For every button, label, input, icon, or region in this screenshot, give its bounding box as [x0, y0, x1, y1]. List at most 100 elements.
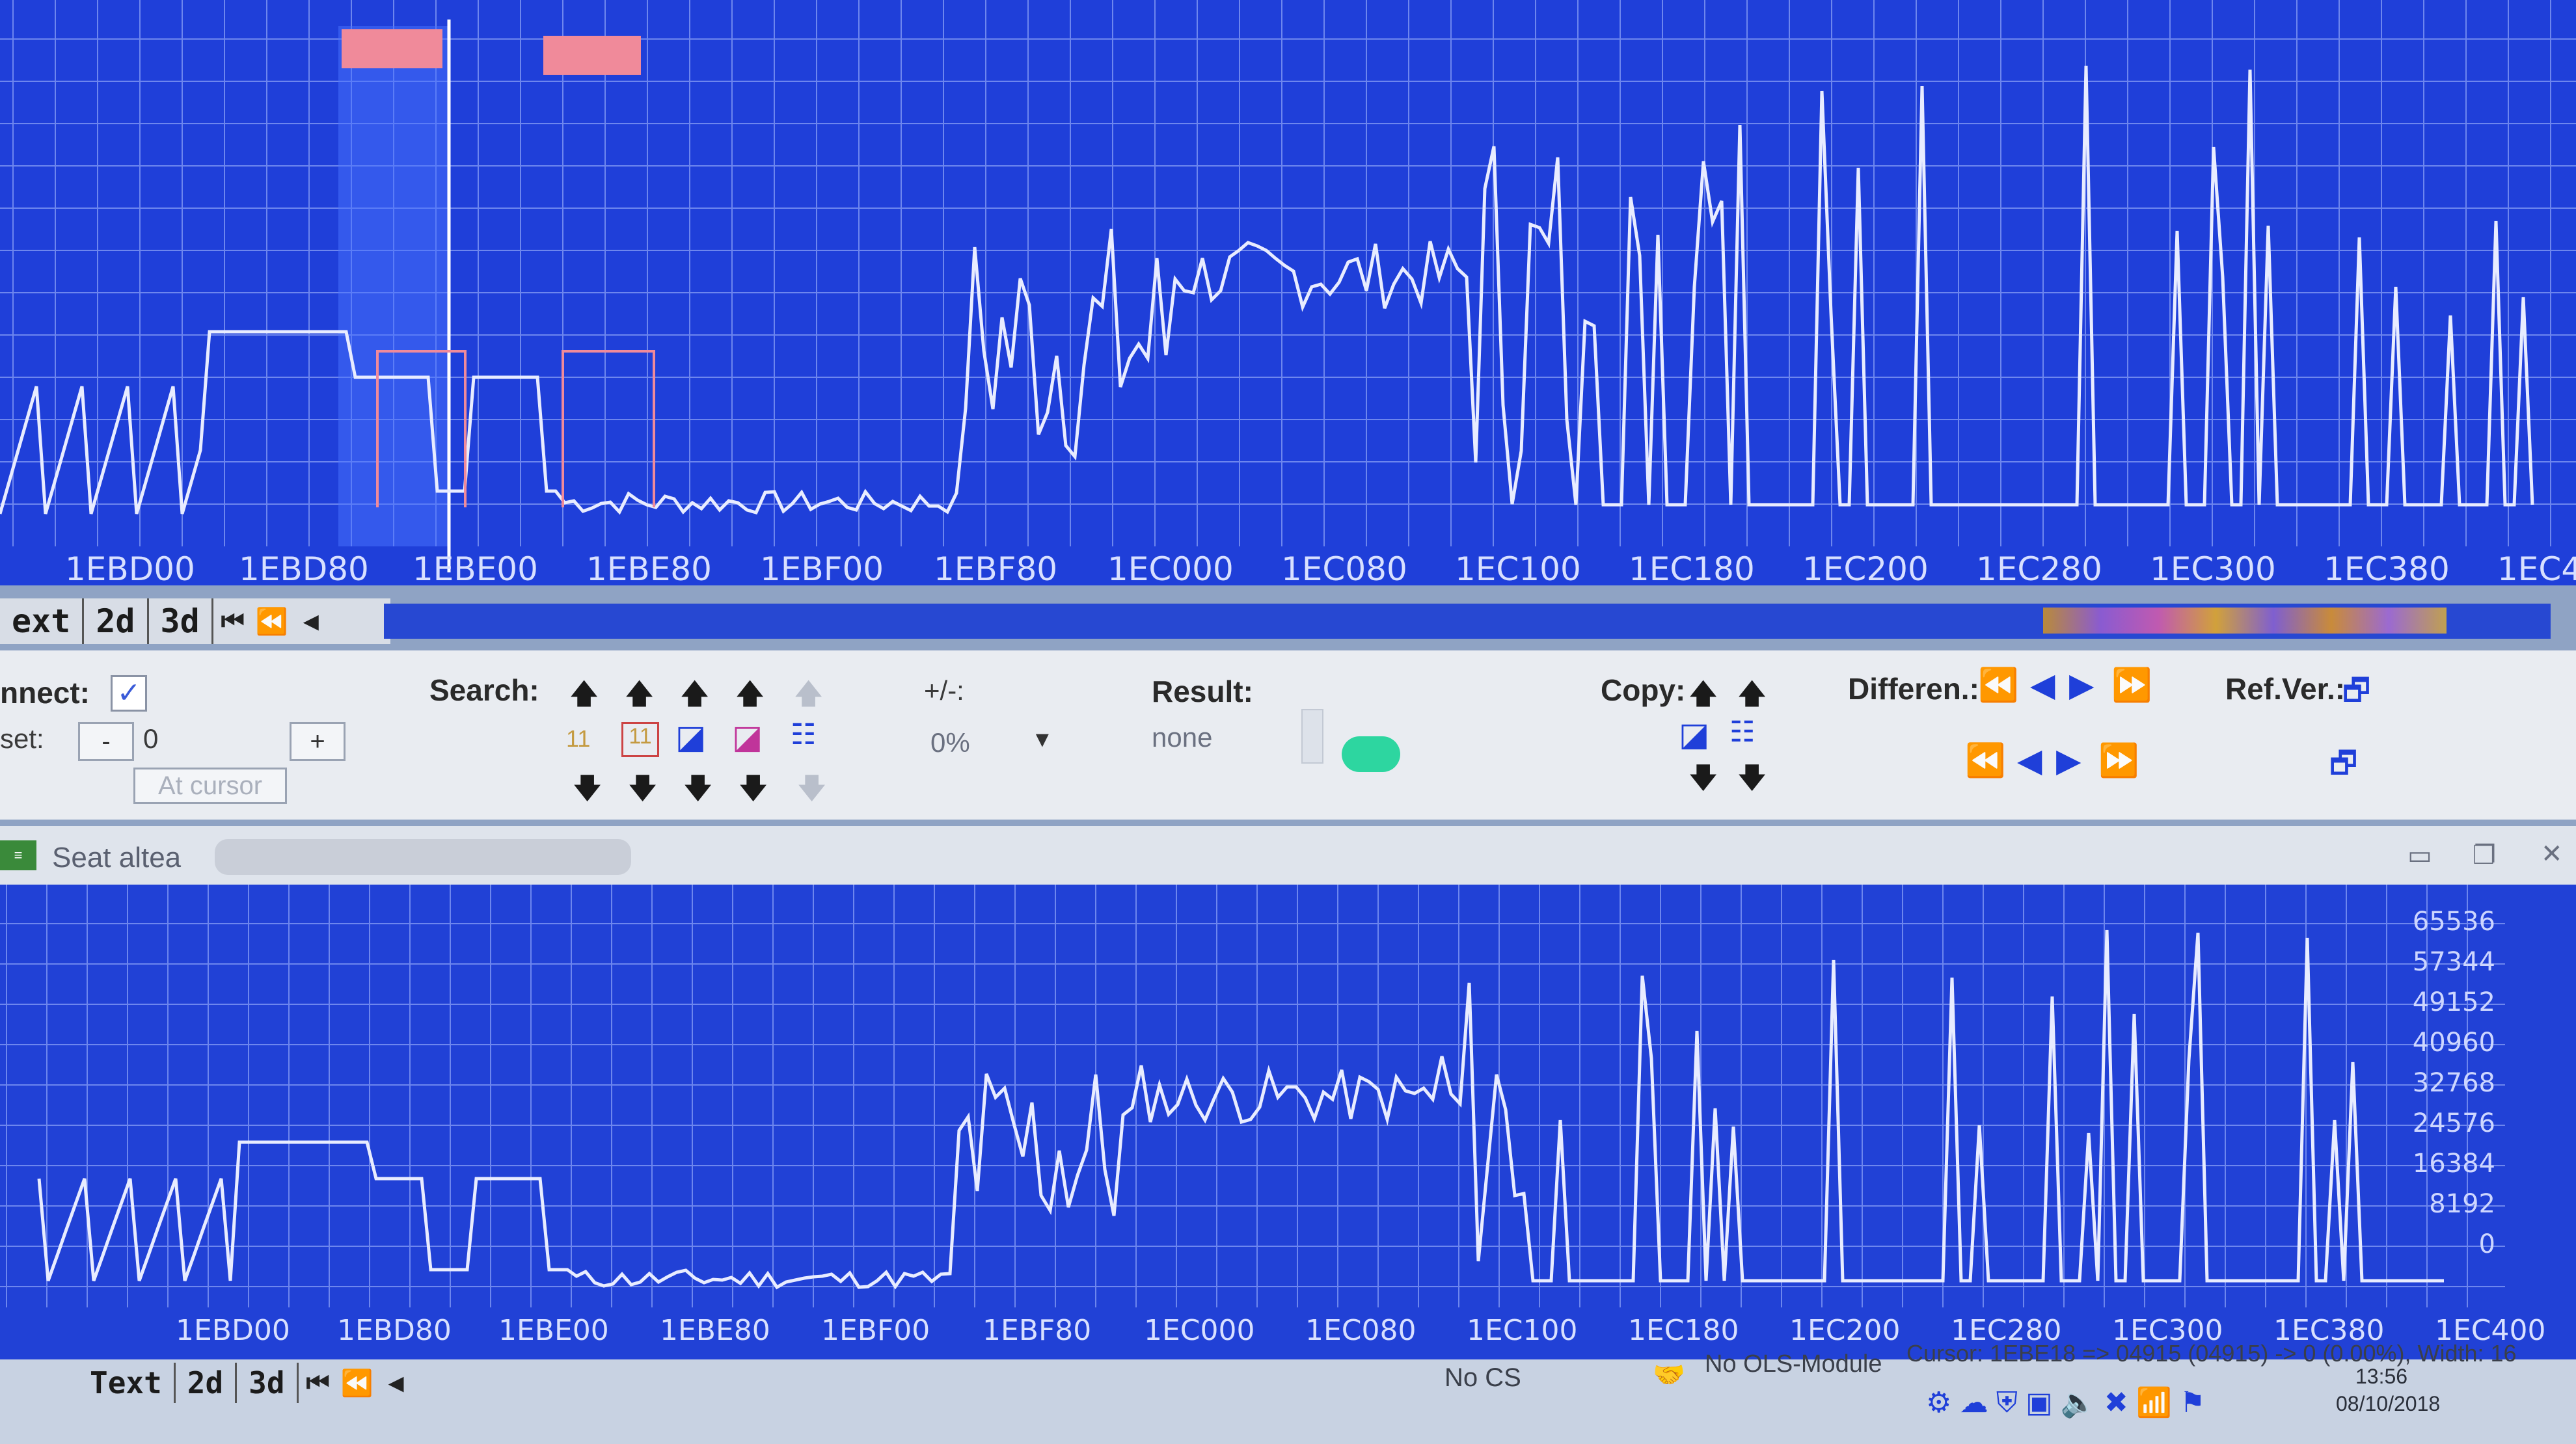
- x-axis-tick-label: 1EBE00: [498, 1314, 609, 1347]
- window-icon[interactable]: ◪: [675, 718, 706, 756]
- tolerance-label: +/-:: [924, 675, 964, 706]
- y-axis-tick-label: 49152: [2413, 987, 2495, 1017]
- x-axis-tick-label: 1EBD80: [337, 1314, 452, 1347]
- tab-3d[interactable]: 3d: [149, 598, 213, 644]
- list-icon[interactable]: ☷: [1729, 715, 1755, 749]
- x-axis-tick-label: 1EC180: [1628, 1314, 1739, 1347]
- tab-2d[interactable]: 2d: [84, 598, 149, 644]
- step-back-icon[interactable]: ◀: [291, 602, 331, 641]
- marker-block-1: [342, 29, 442, 68]
- close-icon[interactable]: ✕: [2541, 839, 2563, 869]
- reference-version-label: Ref.Ver.:: [2225, 672, 2346, 706]
- copy-down-arrow-icon[interactable]: 🡇: [1737, 757, 1767, 806]
- project-title-bar: ≡ Seat altea ▭ ❐ ✕: [0, 826, 2576, 885]
- redacted-area: [215, 839, 631, 875]
- rewind-icon[interactable]: ⏪: [252, 602, 291, 641]
- x-axis-tick-label: 1EC200: [1789, 1314, 1901, 1347]
- y-axis-tick-label: 16384: [2413, 1149, 2495, 1179]
- first-difference-icon[interactable]: ⏪: [1965, 742, 2005, 780]
- project-title: Seat altea: [52, 842, 182, 874]
- x-axis-tick-label: 1EC200: [1802, 550, 1929, 585]
- search-up-arrow-icon[interactable]: 🡅: [569, 673, 599, 721]
- tray-icons[interactable]: ⚙ ☁ ⛨ ▣ 🔈 ✖ 📶 ⚑: [1926, 1385, 2205, 1419]
- skip-first-icon[interactable]: ⏮: [299, 1363, 338, 1402]
- next-difference-icon[interactable]: ▶: [2056, 742, 2081, 779]
- search-chip-2[interactable]: 11: [621, 722, 659, 757]
- skip-first-icon[interactable]: ⏮: [213, 602, 252, 641]
- search-up-arrow-icon[interactable]: 🡅: [794, 673, 823, 721]
- tab-text[interactable]: Text: [78, 1363, 176, 1403]
- x-axis-tick-label: 1EC000: [1144, 1314, 1255, 1347]
- copy-up-arrow-icon[interactable]: 🡅: [1688, 673, 1718, 721]
- x-axis-tick-label: 1EBE80: [586, 550, 712, 585]
- open-reference-icon[interactable]: 🗗: [2342, 669, 2370, 719]
- x-axis-tick-label: 1EBD00: [176, 1314, 290, 1347]
- top-scroll-overview[interactable]: [2043, 608, 2447, 634]
- minimize-icon[interactable]: ▭: [2407, 840, 2432, 870]
- x-axis-tick-label: 1EBF00: [760, 550, 884, 585]
- x-axis-tick-label: 1EBF80: [983, 1314, 1091, 1347]
- tab-3d[interactable]: 3d: [237, 1363, 299, 1403]
- connect-checkbox[interactable]: ✓: [111, 675, 147, 712]
- y-axis-tick-label: 8192: [2429, 1189, 2495, 1219]
- highlight-trace-2: [562, 350, 655, 507]
- copy-label: Copy:: [1601, 673, 1686, 707]
- previous-difference-icon[interactable]: ◀: [2030, 666, 2055, 704]
- at-cursor-button[interactable]: At cursor: [133, 768, 287, 804]
- tab-text[interactable]: ext: [0, 598, 85, 644]
- previous-difference-icon[interactable]: ◀: [2017, 742, 2042, 779]
- y-axis-tick-label: 57344: [2413, 947, 2495, 977]
- y-axis-tick-label: 40960: [2413, 1028, 2495, 1058]
- y-axis-tick-label: 0: [2479, 1229, 2495, 1259]
- x-axis-tick-label: 1EC380: [2324, 550, 2450, 585]
- x-axis-tick-label: 1EC300: [2150, 550, 2276, 585]
- top-graph[interactable]: 1EBD00 1EBD80 1EBE00 1EBE80 1EBF00 1EBF80 1EC0…: [0, 0, 2576, 585]
- last-difference-icon[interactable]: ⏩: [2098, 742, 2139, 780]
- last-difference-icon[interactable]: ⏩: [2111, 666, 2152, 704]
- result-slider[interactable]: [1301, 709, 1323, 764]
- maximize-icon[interactable]: ❐: [2473, 840, 2496, 870]
- tab-2d[interactable]: 2d: [176, 1363, 237, 1403]
- search-down-arrow-icon[interactable]: 🡇: [683, 768, 712, 816]
- step-back-icon[interactable]: ◀: [377, 1363, 416, 1402]
- x-axis-tick-label: 1EC100: [1467, 1314, 1578, 1347]
- list-icon[interactable]: ☷: [791, 718, 816, 751]
- x-axis-tick-label: 1EBF00: [821, 1314, 930, 1347]
- project-icon: ≡: [0, 840, 36, 870]
- offset-plus-button[interactable]: +: [290, 722, 346, 761]
- x-axis-tick-label: 1EC180: [1629, 550, 1755, 585]
- search-up-arrow-icon[interactable]: 🡅: [680, 673, 709, 721]
- x-axis-tick-label: 1EBD80: [239, 550, 369, 585]
- rewind-icon[interactable]: ⏪: [338, 1363, 377, 1402]
- copy-up-arrow-icon[interactable]: 🡅: [1737, 673, 1767, 721]
- copy-down-arrow-icon[interactable]: 🡇: [1688, 757, 1718, 806]
- y-axis-tick-label: 65536: [2413, 907, 2495, 937]
- offset-input[interactable]: 0: [143, 723, 158, 755]
- offset-minus-button[interactable]: -: [78, 722, 134, 761]
- ols-module-status: No OLS-Module: [1705, 1350, 1882, 1378]
- search-up-arrow-icon[interactable]: 🡅: [625, 673, 654, 721]
- x-axis-tick-label: 1EC400: [2497, 550, 2576, 585]
- search-down-arrow-icon[interactable]: 🡇: [797, 768, 826, 816]
- result-value: none: [1152, 722, 1213, 753]
- result-label: Result:: [1152, 675, 1253, 708]
- chevron-down-icon[interactable]: ▼: [1031, 727, 1053, 753]
- next-difference-icon[interactable]: ▶: [2069, 666, 2094, 704]
- top-graph-canvas[interactable]: 1EBD00 1EBD80 1EBE00 1EBE80 1EBF00 1EBF80 1EC0…: [0, 0, 2576, 585]
- open-reference-icon[interactable]: 🗗: [2329, 742, 2357, 792]
- search-down-arrow-icon[interactable]: 🡇: [573, 768, 602, 816]
- first-difference-icon[interactable]: ⏪: [1978, 666, 2018, 704]
- x-axis-tick-label: 1EC080: [1305, 1314, 1417, 1347]
- bottom-graph[interactable]: 1EBD00 1EBD80 1EBE00 1EBE80 1EBF00 1EBF80 1EC0…: [0, 885, 2576, 1366]
- cursor-status: Cursor: 1EBE18 => 04915 (04915) -> 0 (0.…: [1906, 1340, 2517, 1367]
- search-down-arrow-icon[interactable]: 🡇: [628, 768, 657, 816]
- search-up-arrow-icon[interactable]: 🡅: [735, 673, 765, 721]
- tolerance-select[interactable]: 0%: [930, 727, 970, 758]
- window-highlight-icon[interactable]: ◪: [732, 718, 763, 756]
- difference-label: Differen.:: [1848, 672, 1979, 706]
- bottom-graph-canvas[interactable]: 1EBD00 1EBD80 1EBE00 1EBE80 1EBF00 1EBF80 1EC0…: [0, 885, 2576, 1366]
- window-icon[interactable]: ◪: [1679, 715, 1709, 753]
- search-label: Search:: [429, 673, 539, 707]
- search-chip-1[interactable]: 11: [566, 725, 590, 753]
- search-down-arrow-icon[interactable]: 🡇: [739, 768, 768, 816]
